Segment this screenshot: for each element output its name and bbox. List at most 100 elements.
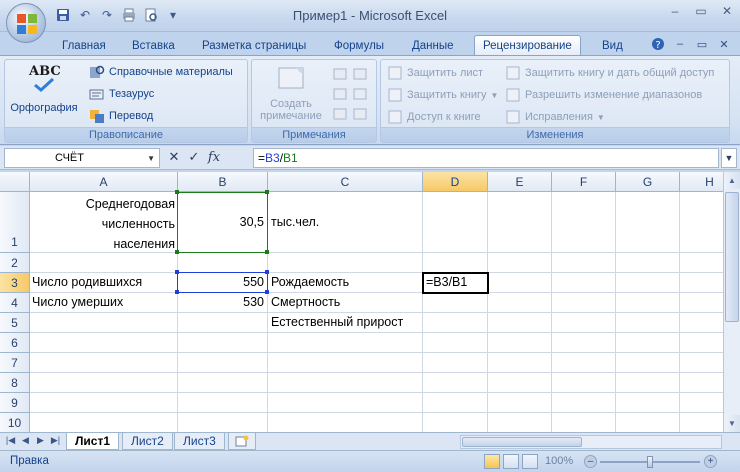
tab-formulas[interactable]: Формулы [326, 35, 392, 56]
worksheet-grid[interactable]: A B C D E F G H 1 2 3 4 5 6 7 8 9 10 Сре… [0, 172, 740, 432]
row-header-5[interactable]: 5 [0, 313, 30, 333]
prev-sheet-icon[interactable]: ◀ [19, 435, 32, 446]
scroll-thumb[interactable] [725, 192, 739, 322]
sheet-tab-3[interactable]: Лист3 [174, 433, 225, 450]
row-header-2[interactable]: 2 [0, 253, 30, 273]
column-header-e[interactable]: E [488, 172, 552, 192]
column-header-f[interactable]: F [552, 172, 616, 192]
next-sheet-icon[interactable]: ▶ [34, 435, 47, 446]
row-header-8[interactable]: 8 [0, 373, 30, 393]
office-button[interactable] [6, 3, 46, 43]
sheet-tab-1[interactable]: Лист1 [66, 433, 120, 450]
spelling-button[interactable]: ABC Орфография [10, 64, 77, 114]
last-sheet-icon[interactable]: ▶| [49, 435, 62, 446]
row-header-10[interactable]: 10 [0, 413, 30, 432]
expand-formula-bar-icon[interactable]: ▼ [721, 148, 737, 168]
new-comment-button[interactable]: Создать примечание [258, 64, 324, 122]
research-button[interactable]: Справочные материалы [89, 64, 233, 80]
tab-page-layout[interactable]: Разметка страницы [194, 35, 314, 56]
row-header-3[interactable]: 3 [0, 273, 30, 293]
row-header-1[interactable]: 1 [0, 192, 30, 253]
previous-comment-button[interactable] [332, 86, 348, 102]
track-changes-button[interactable]: Исправления ▼ [505, 109, 605, 125]
column-header-g[interactable]: G [616, 172, 680, 192]
active-cell-d3[interactable]: =B3/B1 [422, 272, 489, 294]
share-workbook-icon [387, 109, 403, 125]
tab-data[interactable]: Данные [404, 35, 462, 56]
page-layout-view-button[interactable] [503, 454, 519, 469]
row-header-6[interactable]: 6 [0, 333, 30, 353]
tab-review[interactable]: Рецензирование [474, 35, 581, 56]
horizontal-scroll-thumb[interactable] [462, 437, 582, 447]
translate-icon [89, 108, 105, 124]
spelling-icon: ABC [27, 64, 61, 94]
insert-sheet-button[interactable] [228, 433, 256, 450]
vertical-scrollbar[interactable]: ▲ ▼ [723, 172, 740, 432]
cell-c5[interactable]: Естественный прирост [271, 315, 403, 329]
minimize-button[interactable]: – [662, 0, 688, 22]
zoom-slider[interactable] [600, 456, 700, 468]
chevron-down-icon: ▼ [596, 112, 605, 122]
cell-a3[interactable]: Число родившихся [32, 275, 142, 289]
minimize-workbook-icon[interactable]: – [672, 36, 688, 52]
column-header-d[interactable]: D [423, 172, 488, 192]
close-button[interactable]: ✕ [714, 0, 740, 22]
thesaurus-button[interactable]: Тезаурус [89, 86, 154, 102]
status-bar: Правка 100% – + [0, 450, 740, 472]
tab-home[interactable]: Главная [54, 35, 114, 56]
tab-view[interactable]: Вид [594, 35, 631, 56]
column-header-c[interactable]: C [268, 172, 423, 192]
horizontal-scrollbar[interactable] [460, 435, 722, 449]
show-comment-button[interactable] [332, 106, 348, 122]
protect-workbook-button[interactable]: Защитить книгу ▼ [387, 87, 498, 103]
cell-c4[interactable]: Смертность [271, 295, 340, 309]
column-header-b[interactable]: B [178, 172, 268, 192]
cell-c1[interactable]: тыс.чел. [271, 215, 319, 229]
select-all-button[interactable] [0, 172, 30, 192]
restore-button[interactable]: ▭ [688, 0, 714, 22]
enter-icon[interactable]: ✓ [186, 149, 202, 165]
scroll-down-icon[interactable]: ▼ [724, 415, 740, 432]
row-header-9[interactable]: 9 [0, 393, 30, 413]
cell-c3[interactable]: Рождаемость [271, 275, 349, 289]
page-break-view-button[interactable] [522, 454, 538, 469]
show-ink-button[interactable] [352, 106, 368, 122]
restore-workbook-icon[interactable]: ▭ [694, 36, 710, 52]
allow-edit-ranges-button[interactable]: Разрешить изменение диапазонов [505, 87, 702, 103]
protect-workbook-icon [387, 87, 403, 103]
first-sheet-icon[interactable]: |◀ [4, 435, 17, 446]
cell-b4[interactable]: 530 [178, 295, 264, 309]
zoom-level[interactable]: 100% [545, 455, 573, 467]
cancel-icon[interactable]: ✕ [166, 149, 182, 165]
scroll-up-icon[interactable]: ▲ [724, 172, 740, 189]
zoom-out-button[interactable]: – [584, 455, 597, 468]
cell-b1[interactable]: 30,5 [178, 215, 264, 229]
protect-and-share-button[interactable]: Защитить книгу и дать общий доступ [505, 65, 714, 81]
normal-view-button[interactable] [484, 454, 500, 469]
close-workbook-icon[interactable]: ✕ [716, 36, 732, 52]
column-header-a[interactable]: A [30, 172, 178, 192]
formula-input[interactable]: =B3/B1 [253, 148, 719, 168]
cell-a1[interactable]: Среднегодовая численность населения [30, 194, 175, 254]
help-icon[interactable]: ? [650, 36, 666, 52]
edit-comment-button[interactable] [332, 66, 348, 82]
name-box[interactable]: СЧЁТ ▼ [4, 148, 160, 168]
cell-a4[interactable]: Число умерших [32, 295, 123, 309]
insert-function-icon[interactable]: fx [206, 150, 222, 165]
row-header-4[interactable]: 4 [0, 293, 30, 313]
next-comment-button[interactable] [352, 86, 368, 102]
translate-button[interactable]: Перевод [89, 108, 153, 124]
sheet-tab-2[interactable]: Лист2 [122, 433, 173, 450]
share-workbook-button[interactable]: Доступ к книге [387, 109, 481, 125]
svg-text:?: ? [655, 40, 660, 51]
protect-sheet-button[interactable]: Защитить лист [387, 65, 483, 81]
row-header-7[interactable]: 7 [0, 353, 30, 373]
next-comment-icon [352, 86, 368, 102]
cell-b3[interactable]: 550 [178, 275, 264, 289]
delete-comment-button[interactable] [352, 66, 368, 82]
group-changes: Защитить лист Защитить книгу ▼ Доступ к … [380, 59, 730, 143]
tab-insert[interactable]: Вставка [124, 35, 183, 56]
reference-handle [265, 250, 269, 254]
zoom-slider-thumb[interactable] [647, 456, 653, 468]
zoom-in-button[interactable]: + [704, 455, 717, 468]
